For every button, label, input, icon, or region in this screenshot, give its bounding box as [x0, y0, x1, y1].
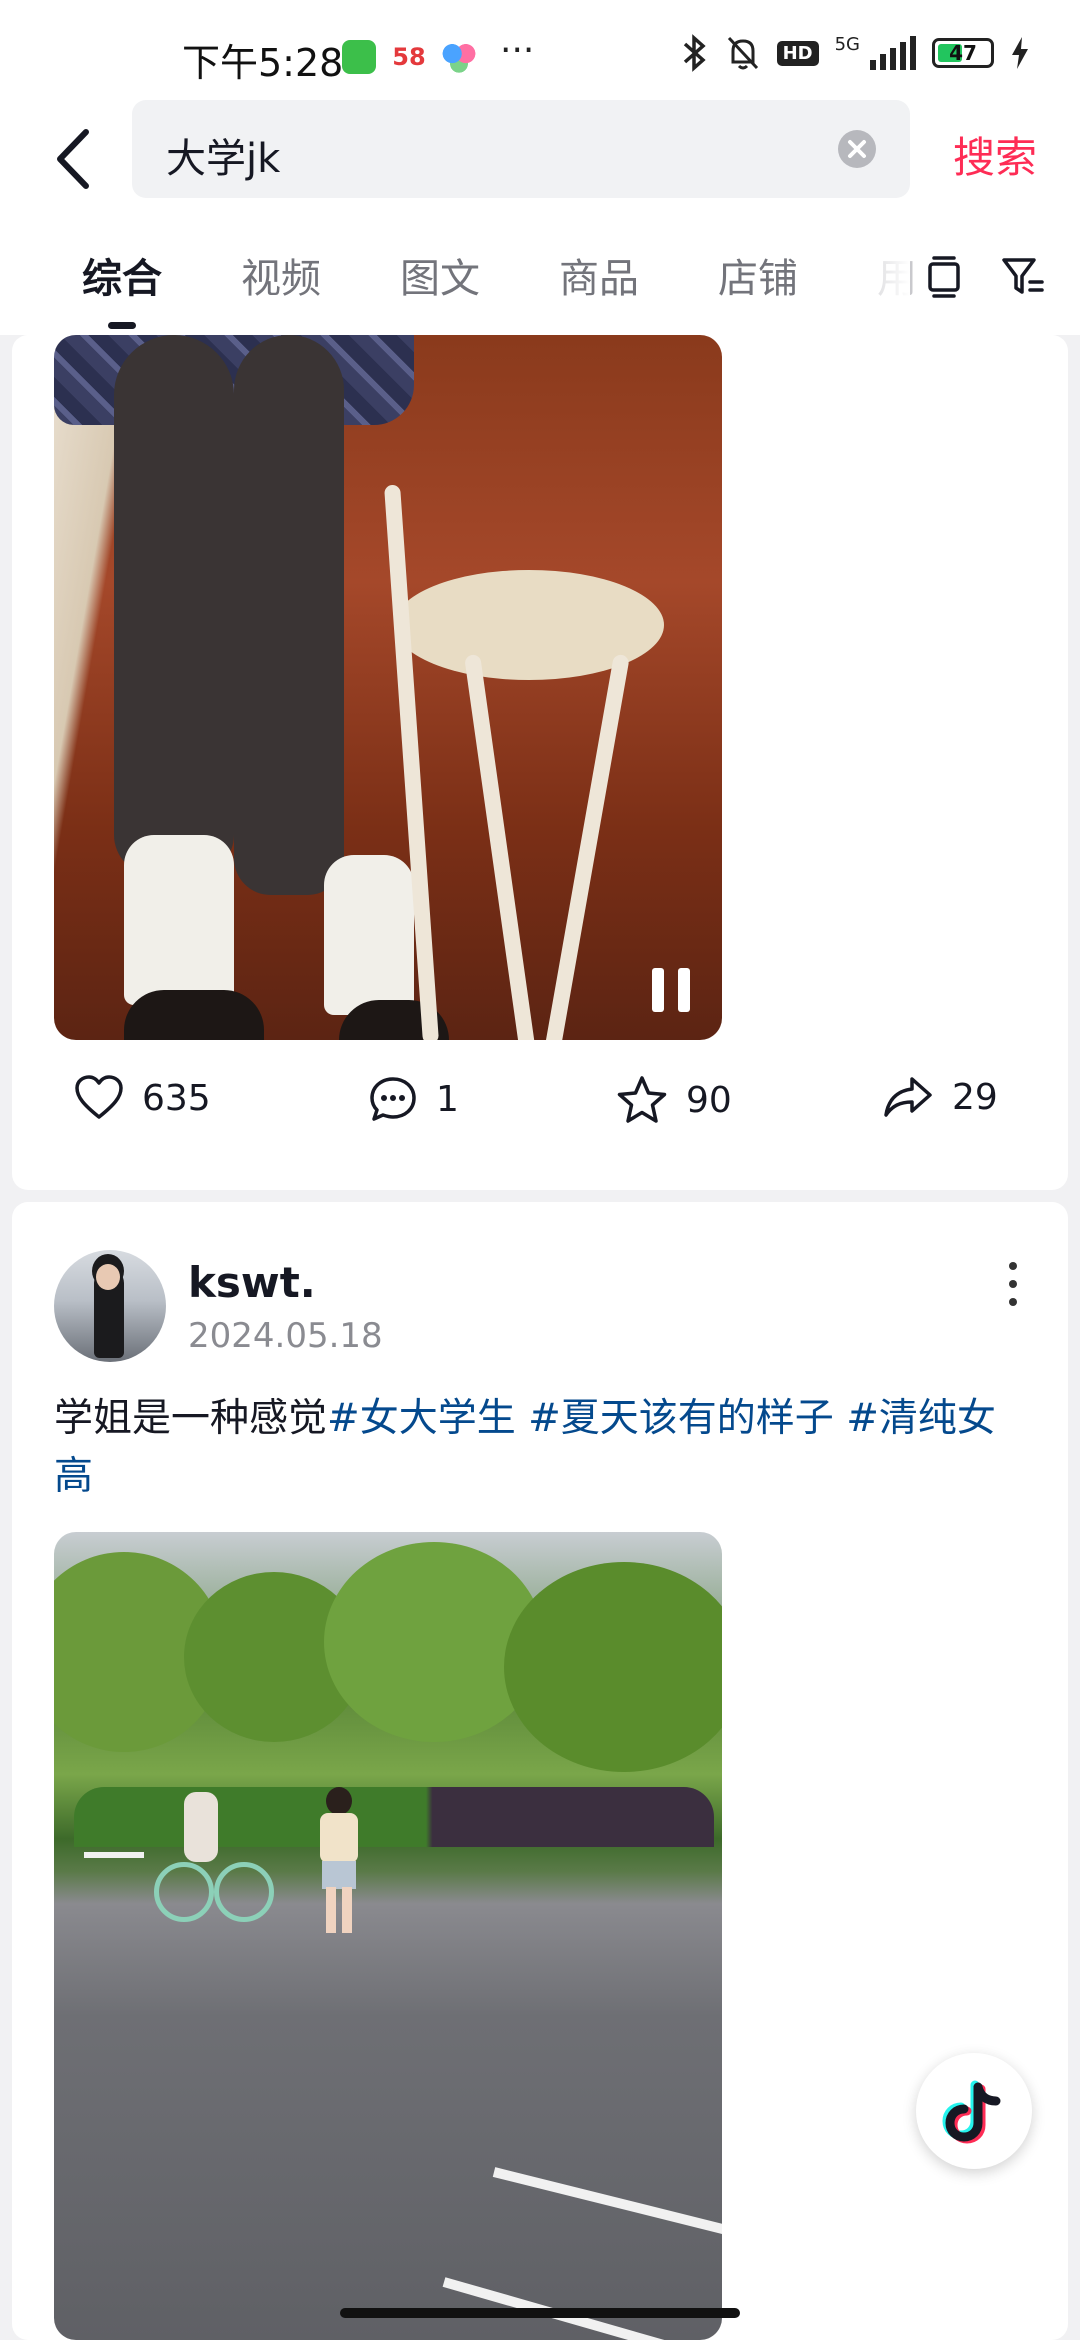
share-count: 29 [952, 1076, 998, 1118]
hashtag[interactable]: #夏天该有的样子 [528, 1396, 834, 1441]
tab-video[interactable]: 视频 [241, 246, 321, 304]
battery-icon: 47 [932, 38, 994, 68]
video-frame-stool-leg [541, 653, 630, 1040]
video-frame-leg [234, 335, 344, 895]
like-count: 635 [142, 1077, 211, 1119]
search-button[interactable]: 搜索 [953, 124, 1037, 185]
post-card: 635 1 90 29 [12, 335, 1068, 1190]
charging-icon [1012, 37, 1028, 69]
video-frame-road-marking [84, 1852, 144, 1858]
comment-icon [370, 1077, 416, 1121]
search-header: 大学jk 搜索 [0, 100, 1080, 220]
caption-text: 学姐是一种感觉 [54, 1396, 328, 1441]
battery-level: 47 [949, 41, 977, 65]
app-58-icon: 58 [392, 40, 426, 74]
post-video[interactable] [54, 1532, 722, 2340]
hd-badge: HD [776, 40, 819, 66]
clear-icon[interactable] [838, 130, 876, 168]
filter-icon[interactable] [1000, 250, 1044, 300]
video-frame-road-marking [492, 2167, 722, 2235]
video-frame-sock [324, 855, 414, 1015]
post-date: 2024.05.18 [188, 1316, 383, 1356]
tab-goods[interactable]: 商品 [559, 246, 639, 304]
video-frame-tree [504, 1562, 722, 1772]
more-icon[interactable] [1007, 1260, 1019, 1310]
post-video[interactable] [54, 335, 722, 1040]
mute-bell-icon [727, 36, 758, 70]
signal-icon [870, 36, 916, 70]
result-tabs: 综合 视频 图文 商品 店铺 用 [0, 220, 1080, 335]
post-card: kswt. 2024.05.18 学姐是一种感觉#女大学生 #夏天该有的样子 #… [12, 1202, 1068, 2340]
tab-indicator [108, 322, 136, 329]
tab-general[interactable]: 综合 [82, 246, 162, 304]
douyin-button[interactable] [916, 2053, 1032, 2169]
network-label: 5G [834, 34, 860, 55]
favorite-count: 90 [686, 1079, 732, 1121]
like-button[interactable]: 635 [74, 1075, 211, 1121]
video-frame-sock [124, 835, 234, 1005]
status-bar: 下午5:28 58 ··· HD 5G 47 [0, 0, 1080, 110]
pause-icon[interactable] [652, 968, 692, 1012]
search-input[interactable]: 大学jk [132, 100, 910, 198]
author-name[interactable]: kswt. [188, 1258, 316, 1307]
video-frame-stool-leg [464, 653, 539, 1040]
post-actions: 635 1 90 29 [12, 1075, 1068, 1165]
tab-fade [850, 220, 910, 335]
heart-icon [75, 1075, 123, 1119]
status-time: 下午5:28 [182, 41, 344, 85]
search-query: 大学jk [166, 136, 281, 182]
douyin-icon [942, 2080, 1001, 2144]
status-more-icon: ··· [500, 30, 535, 71]
home-indicator[interactable] [340, 2308, 740, 2318]
app-cloud-icon [442, 40, 476, 74]
video-frame-shoe [124, 990, 264, 1040]
share-icon [884, 1077, 932, 1117]
share-button[interactable]: 29 [882, 1075, 998, 1119]
video-frame-cyclist [154, 1792, 274, 1922]
app-notification-icon [342, 40, 376, 74]
layout-icon[interactable] [924, 250, 964, 300]
hashtag[interactable]: #女大学生 [327, 1396, 516, 1441]
comment-count: 1 [436, 1078, 459, 1120]
star-icon [617, 1076, 667, 1123]
avatar-head [96, 1264, 120, 1290]
back-icon[interactable] [50, 124, 100, 194]
avatar[interactable] [54, 1250, 166, 1362]
tab-shops[interactable]: 店铺 [718, 246, 798, 304]
bluetooth-icon [683, 34, 706, 72]
tab-image-text[interactable]: 图文 [400, 246, 480, 304]
video-frame-person [314, 1787, 364, 1937]
favorite-button[interactable]: 90 [616, 1075, 732, 1125]
post-caption: 学姐是一种感觉#女大学生 #夏天该有的样子 #清纯女高 [54, 1390, 1014, 1506]
video-frame-leg [114, 335, 234, 875]
comment-button[interactable]: 1 [368, 1075, 459, 1123]
